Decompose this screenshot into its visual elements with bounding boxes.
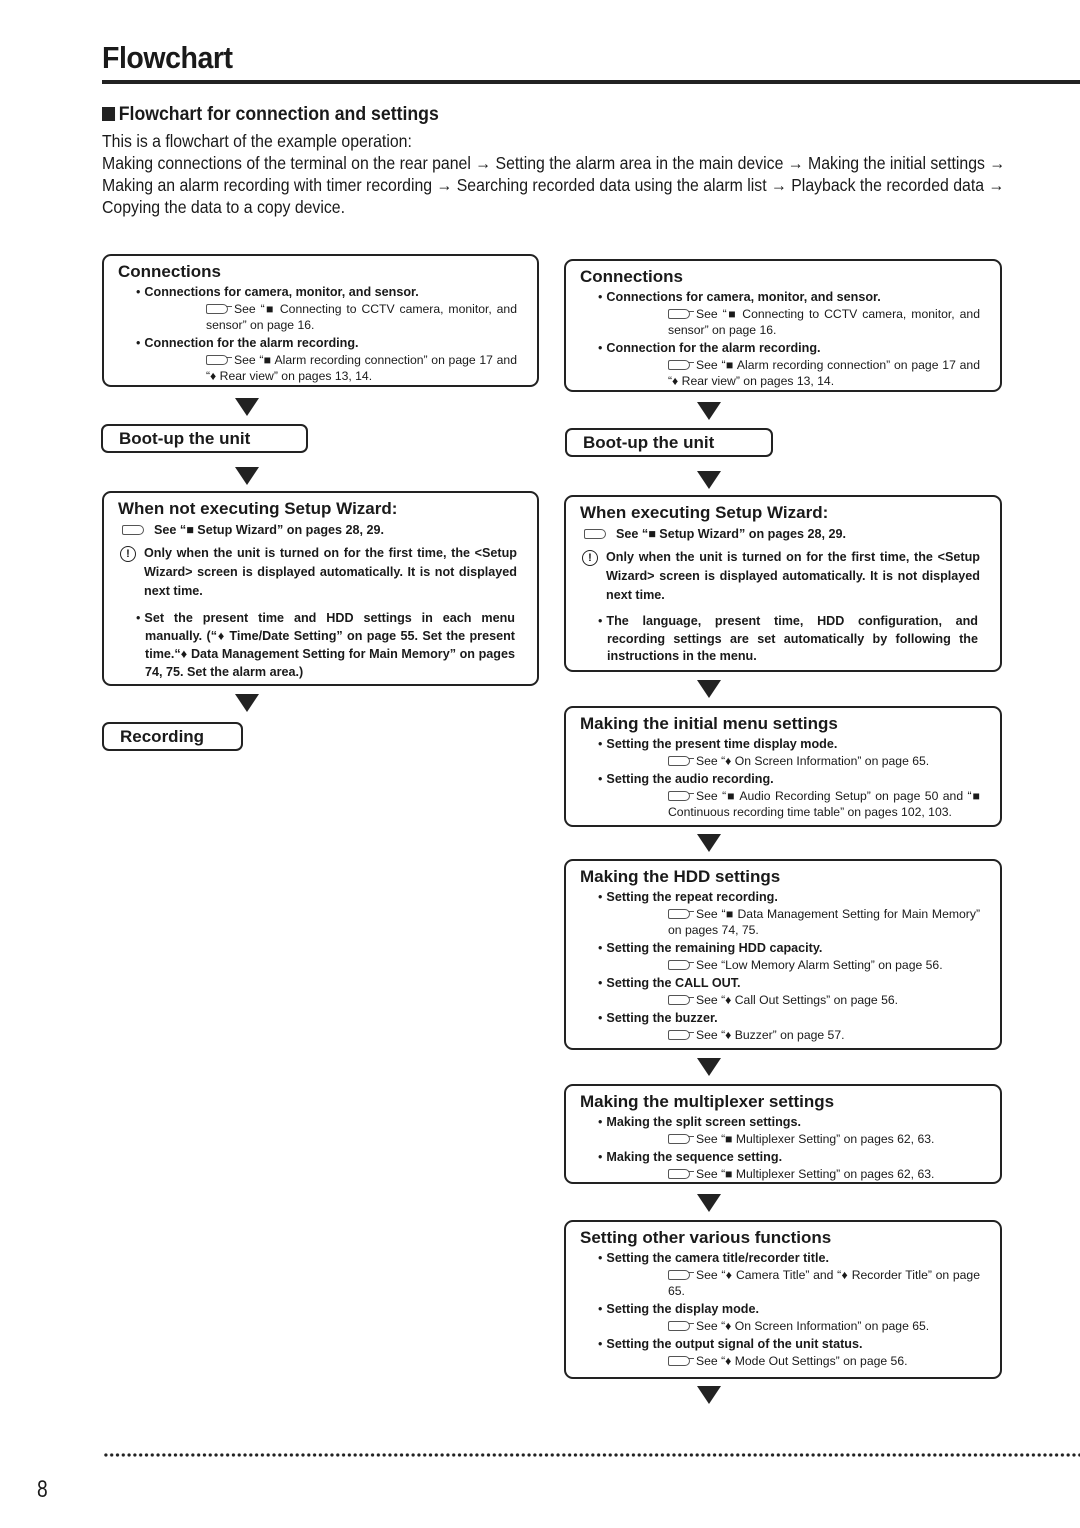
section-heading: Flowchart for connection and settings bbox=[102, 104, 439, 126]
page-reference: See “♦ Mode Out Settings” on page 56. bbox=[668, 1353, 980, 1369]
pointing-hand-icon bbox=[668, 360, 694, 370]
pointing-hand-icon bbox=[122, 525, 144, 535]
page-reference: See “■ Connecting to CCTV camera, monito… bbox=[206, 302, 517, 332]
pointing-hand-icon bbox=[668, 995, 694, 1005]
pointing-hand-icon bbox=[668, 309, 694, 319]
left-connections-box: Connections Connections for camera, moni… bbox=[102, 254, 539, 387]
box-title: When not executing Setup Wizard: bbox=[118, 499, 398, 518]
page-reference: See “♦ On Screen Information” on page 65… bbox=[668, 753, 980, 769]
page-reference: See “■ Alarm recording connection” on pa… bbox=[206, 353, 517, 383]
box-title: Connections bbox=[118, 262, 221, 281]
page-title: Flowchart bbox=[102, 40, 233, 75]
initial-menu-box: Making the initial menu settings Setting… bbox=[564, 706, 1002, 827]
flow-arrow-down-icon bbox=[697, 471, 721, 489]
page-number: 8 bbox=[37, 1476, 48, 1503]
square-bullet-icon bbox=[102, 107, 116, 121]
list-item: Making the split screen settings. bbox=[598, 1114, 1000, 1130]
flow-arrow-down-icon bbox=[235, 398, 259, 416]
page-reference: See “♦ On Screen Information” on page 65… bbox=[668, 1318, 980, 1334]
intro-line: This is a flowchart of the example opera… bbox=[102, 131, 412, 151]
page-reference: See “♦ Buzzer” on page 57. bbox=[668, 1027, 980, 1043]
list-item: Connections for camera, monitor, and sen… bbox=[598, 289, 1000, 305]
left-bootup-box: Boot-up the unit bbox=[101, 424, 308, 453]
right-connections-box: Connections Connections for camera, moni… bbox=[564, 259, 1002, 392]
flow-arrow-down-icon bbox=[697, 1386, 721, 1404]
pointing-hand-icon bbox=[668, 1356, 694, 1366]
pointing-hand-icon bbox=[668, 1169, 694, 1179]
list-item: Setting the repeat recording. bbox=[598, 889, 1000, 905]
page-reference: See “♦ Camera Title” and “♦ Recorder Tit… bbox=[668, 1268, 980, 1298]
other-functions-box: Setting other various functions Setting … bbox=[564, 1220, 1002, 1379]
page-reference: See “♦ Call Out Settings” on page 56. bbox=[668, 992, 980, 1008]
pointing-hand-icon bbox=[668, 791, 694, 801]
page-reference: See “■ Alarm recording connection” on pa… bbox=[668, 358, 980, 388]
list-item: Setting the present time display mode. bbox=[598, 736, 1000, 752]
flow-arrow-down-icon bbox=[697, 402, 721, 420]
list-item: Connections for camera, monitor, and sen… bbox=[136, 284, 537, 300]
right-wizard-box: When executing Setup Wizard: See “■ Setu… bbox=[564, 495, 1002, 672]
flow-arrow-down-icon bbox=[697, 834, 721, 852]
flow-arrow-down-icon bbox=[697, 680, 721, 698]
caution-note: ! Only when the unit is turned on for the… bbox=[582, 548, 980, 605]
box-title: Setting other various functions bbox=[580, 1228, 832, 1247]
pointing-hand-icon bbox=[668, 960, 694, 970]
flow-arrow-down-icon bbox=[235, 467, 259, 485]
page-reference: See “Low Memory Alarm Setting” on page 5… bbox=[668, 957, 980, 973]
intro-steps: Making connections of the terminal on th… bbox=[102, 153, 1006, 217]
page-reference: See “■ Audio Recording Setup” on page 50… bbox=[668, 789, 980, 819]
dotted-footer-rule bbox=[103, 1452, 1080, 1458]
pointing-hand-icon bbox=[668, 1321, 694, 1331]
box-title: Making the HDD settings bbox=[580, 867, 781, 886]
title-rule bbox=[102, 80, 1080, 84]
box-title: Boot-up the unit bbox=[583, 433, 715, 452]
left-recording-box: Recording bbox=[102, 722, 243, 751]
list-item: Setting the CALL OUT. bbox=[598, 975, 1000, 991]
multiplexer-box: Making the multiplexer settings Making t… bbox=[564, 1084, 1002, 1184]
box-title: Recording bbox=[120, 727, 205, 746]
list-item: Set the present time and HDD settings in… bbox=[136, 609, 515, 681]
intro-text: This is a flowchart of the example opera… bbox=[102, 130, 1016, 218]
list-item: Connection for the alarm recording. bbox=[598, 340, 1000, 356]
page-reference: See “■ Multiplexer Setting” on pages 62,… bbox=[668, 1131, 980, 1147]
caution-note: ! Only when the unit is turned on for the… bbox=[120, 544, 517, 601]
box-title: Making the multiplexer settings bbox=[580, 1092, 835, 1111]
pointing-hand-icon bbox=[206, 304, 232, 314]
hdd-settings-box: Making the HDD settings Setting the repe… bbox=[564, 859, 1002, 1050]
pointing-hand-icon bbox=[668, 756, 694, 766]
page-reference: See “■ Setup Wizard” on pages 28, 29. bbox=[122, 522, 517, 538]
pointing-hand-icon bbox=[584, 529, 606, 539]
list-item: Setting the audio recording. bbox=[598, 771, 1000, 787]
right-bootup-box: Boot-up the unit bbox=[565, 428, 773, 457]
list-item: The language, present time, HDD configur… bbox=[598, 613, 978, 666]
list-item: Making the sequence setting. bbox=[598, 1149, 1000, 1165]
pointing-hand-icon bbox=[668, 1134, 694, 1144]
pointing-hand-icon bbox=[668, 1030, 694, 1040]
section-heading-text: Flowchart for connection and settings bbox=[118, 104, 439, 125]
flow-arrow-down-icon bbox=[697, 1058, 721, 1076]
pointing-hand-icon bbox=[206, 355, 232, 365]
list-item: Setting the remaining HDD capacity. bbox=[598, 940, 1000, 956]
box-title: Boot-up the unit bbox=[119, 429, 251, 448]
box-title: When executing Setup Wizard: bbox=[580, 503, 829, 522]
list-item: Setting the camera title/recorder title. bbox=[598, 1250, 1000, 1266]
box-title: Making the initial menu settings bbox=[580, 714, 838, 733]
exclamation-icon: ! bbox=[582, 550, 598, 566]
list-item: Connection for the alarm recording. bbox=[136, 335, 537, 351]
page-reference: See “■ Data Management Setting for Main … bbox=[668, 907, 980, 937]
pointing-hand-icon bbox=[668, 1270, 694, 1280]
exclamation-icon: ! bbox=[120, 546, 136, 562]
list-item: Setting the buzzer. bbox=[598, 1010, 1000, 1026]
list-item: Setting the output signal of the unit st… bbox=[598, 1336, 1000, 1352]
page-reference: See “■ Multiplexer Setting” on pages 62,… bbox=[668, 1166, 980, 1182]
page-reference: See “■ Connecting to CCTV camera, monito… bbox=[668, 307, 980, 337]
flow-arrow-down-icon bbox=[235, 694, 259, 712]
flow-arrow-down-icon bbox=[697, 1194, 721, 1212]
box-title: Connections bbox=[580, 267, 683, 286]
list-item: Setting the display mode. bbox=[598, 1301, 1000, 1317]
pointing-hand-icon bbox=[668, 909, 694, 919]
left-wizard-box: When not executing Setup Wizard: See “■ … bbox=[102, 491, 539, 686]
page-reference: See “■ Setup Wizard” on pages 28, 29. bbox=[584, 526, 980, 542]
